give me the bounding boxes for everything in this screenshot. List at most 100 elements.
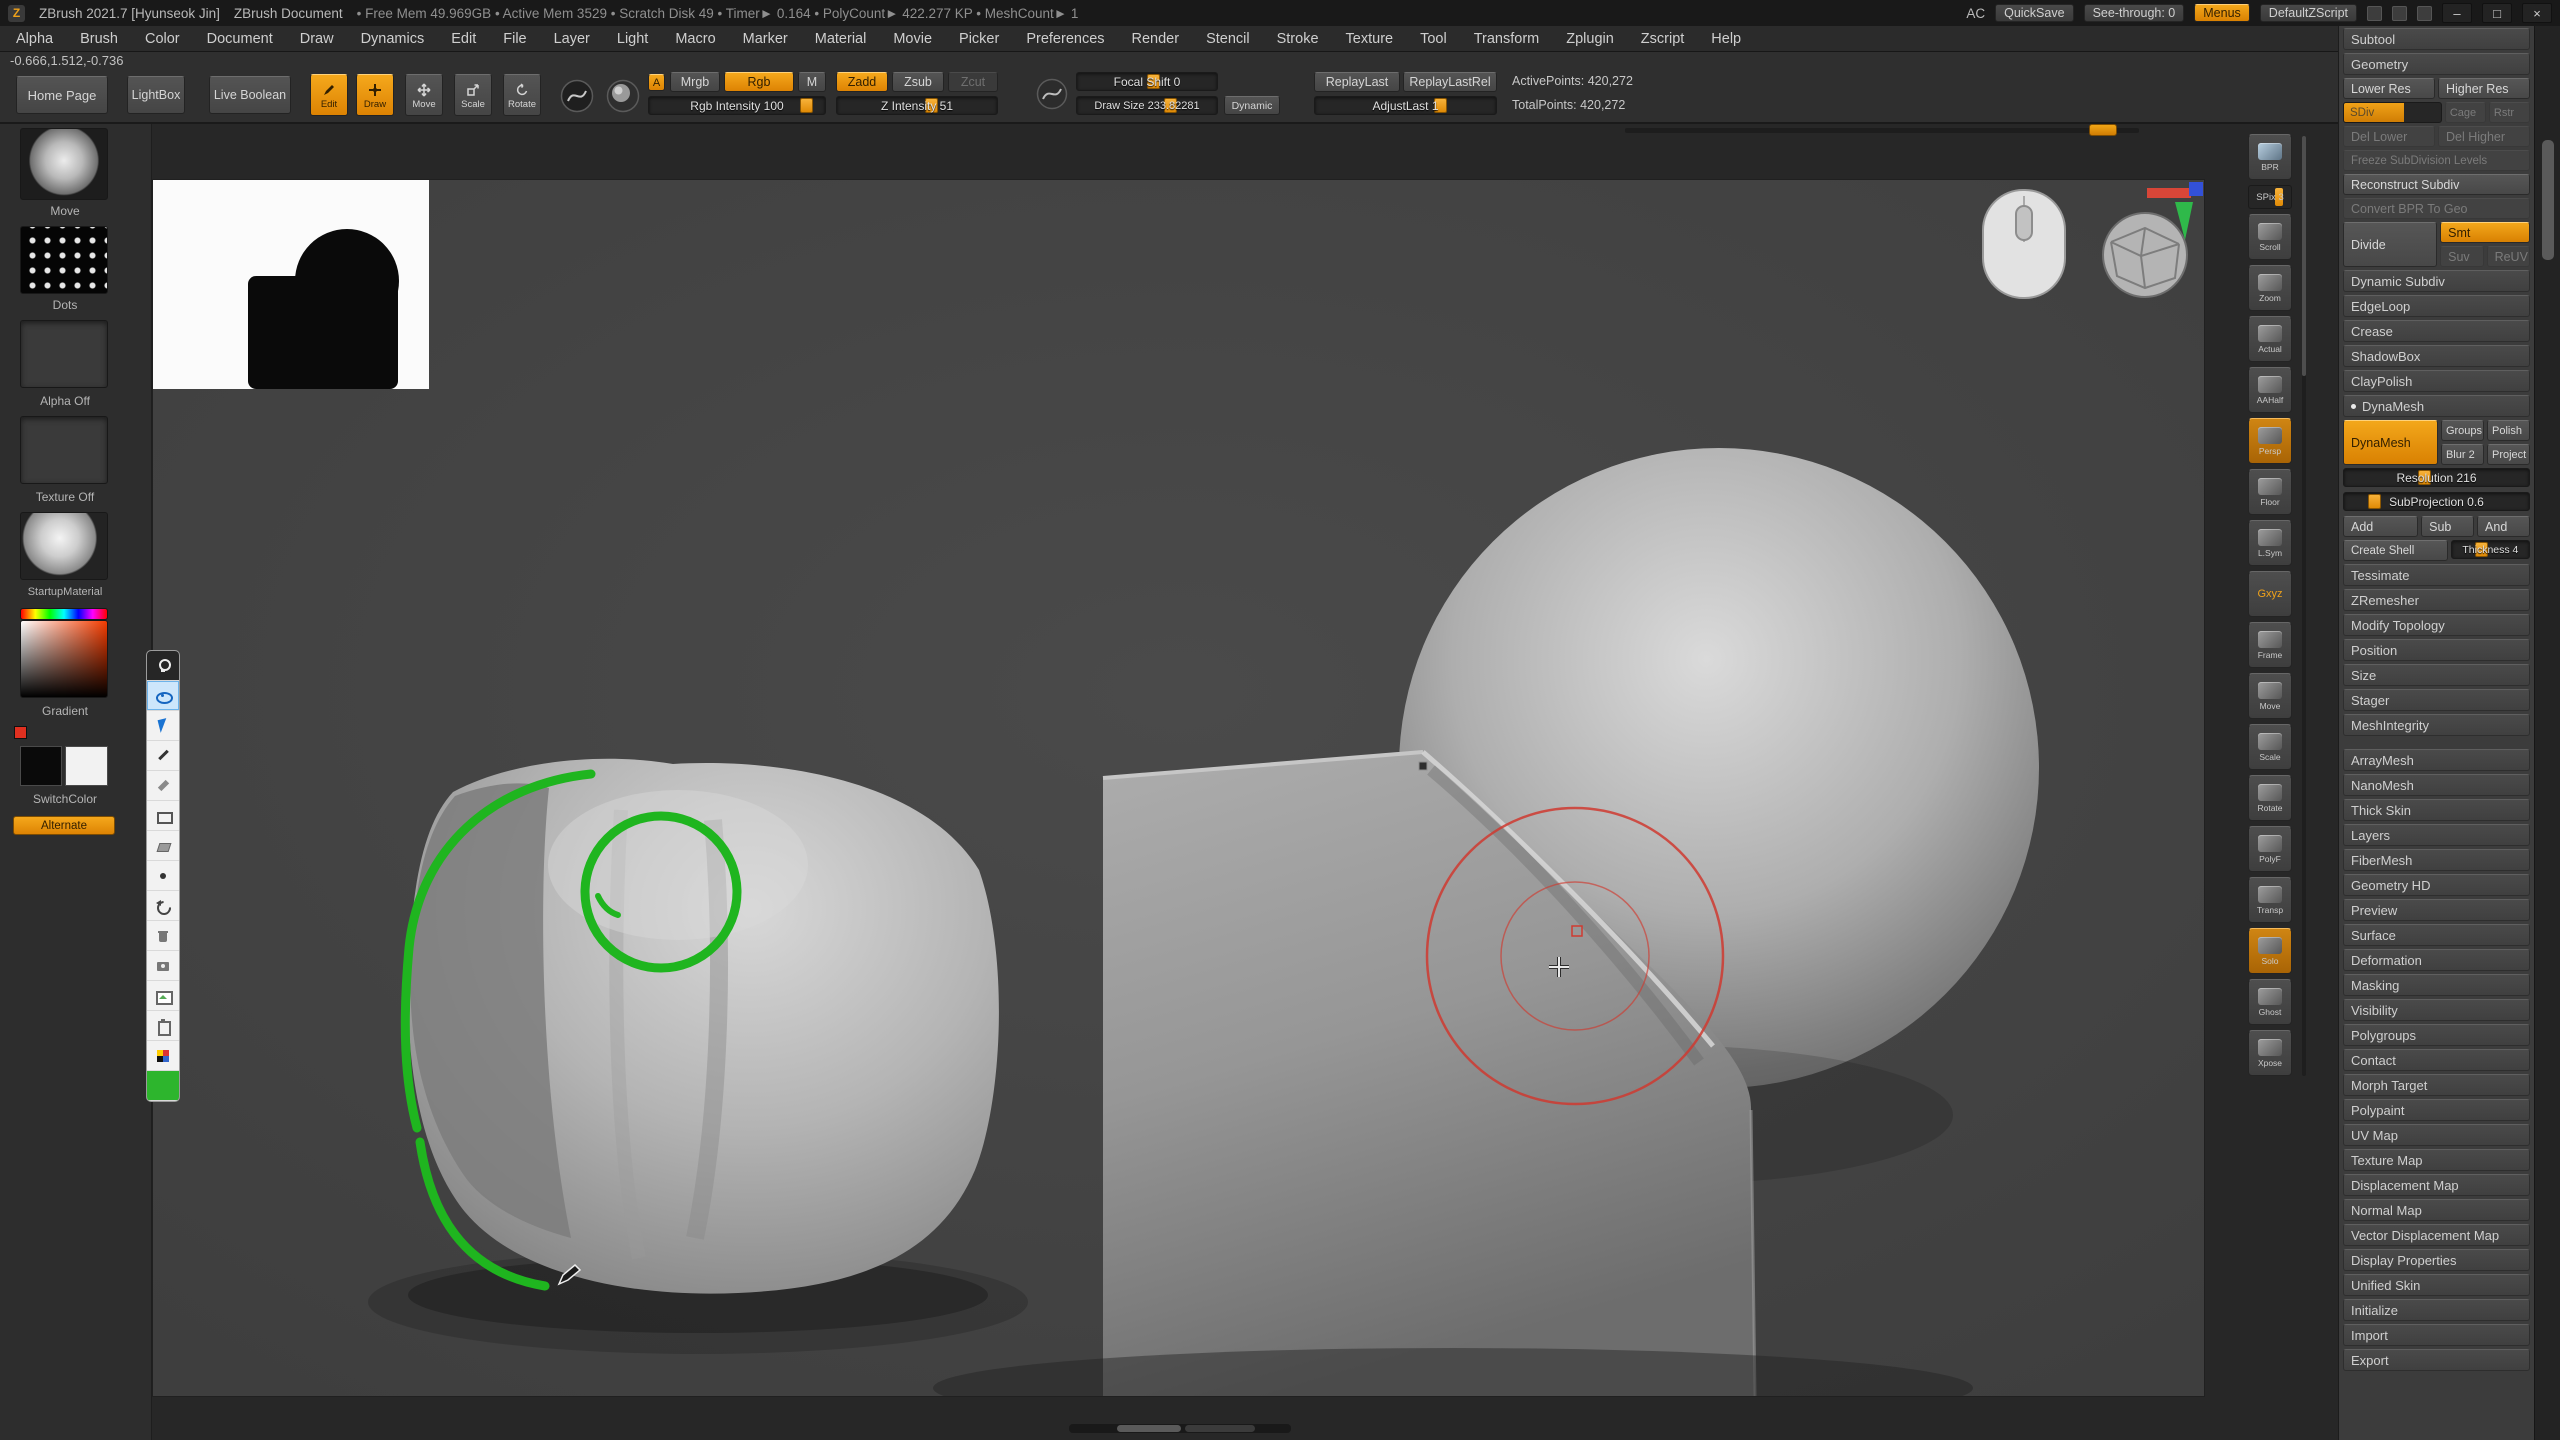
groups-button[interactable]: Groups xyxy=(2441,420,2484,441)
dot-size-icon[interactable] xyxy=(147,861,179,891)
replay-last-rel-button[interactable]: ReplayLastRel xyxy=(1403,72,1497,92)
lsym-button[interactable]: L.Sym xyxy=(2248,520,2292,566)
shelf-divider[interactable] xyxy=(2302,136,2306,1076)
blur-slider[interactable]: Blur 2 xyxy=(2441,444,2484,465)
z-intensity-slider[interactable]: Z Intensity 51 xyxy=(836,96,998,115)
del-higher-button[interactable]: Del Higher xyxy=(2438,126,2530,147)
mrgb-button[interactable]: Mrgb xyxy=(670,72,720,92)
edit-mode-button[interactable]: Edit xyxy=(310,74,348,116)
menu-item[interactable]: Texture xyxy=(1346,31,1394,47)
palette-contact[interactable]: Contact xyxy=(2343,1049,2530,1071)
menu-item[interactable]: Layer xyxy=(554,31,590,47)
persp-button[interactable]: Persp xyxy=(2248,418,2292,464)
texture-thumbnail[interactable] xyxy=(20,416,108,484)
palette-crease[interactable]: Crease xyxy=(2343,320,2530,342)
reuv-button[interactable]: ReUV xyxy=(2487,246,2530,267)
menu-item[interactable]: Brush xyxy=(80,31,118,47)
zoom-button[interactable]: Zoom xyxy=(2248,265,2292,311)
current-brush-thumbnail[interactable] xyxy=(20,128,108,200)
palette-tessimate[interactable]: Tessimate xyxy=(2343,564,2530,586)
hue-bar[interactable] xyxy=(20,608,108,620)
menu-item[interactable]: Help xyxy=(1711,31,1741,47)
menu-item[interactable]: Movie xyxy=(893,31,932,47)
palette-export[interactable]: Export xyxy=(2343,1349,2530,1371)
focal-shift-slider[interactable]: Focal Shift 0 xyxy=(1076,72,1218,91)
palette-masking[interactable]: Masking xyxy=(2343,974,2530,996)
palette-unified-skin[interactable]: Unified Skin xyxy=(2343,1274,2530,1296)
palette-position[interactable]: Position xyxy=(2343,639,2530,661)
menu-item[interactable]: Render xyxy=(1132,31,1180,47)
smt-button[interactable]: Smt xyxy=(2440,222,2530,243)
menu-item[interactable]: Zscript xyxy=(1641,31,1685,47)
menu-item[interactable]: Dynamics xyxy=(361,31,425,47)
scale-button[interactable]: Scale xyxy=(2248,724,2292,770)
palette-normal-map[interactable]: Normal Map xyxy=(2343,1199,2530,1221)
menu-item[interactable]: Document xyxy=(207,31,273,47)
adjust-last-slider[interactable]: AdjustLast 1 xyxy=(1314,96,1497,115)
eraser-icon[interactable] xyxy=(147,831,179,861)
see-through-slider[interactable]: See-through: 0 xyxy=(2084,4,2185,22)
menu-item[interactable]: Material xyxy=(815,31,867,47)
suv-button[interactable]: Suv xyxy=(2440,246,2483,267)
shape-rectangle-icon[interactable] xyxy=(147,801,179,831)
actual-button[interactable]: Actual xyxy=(2248,316,2292,362)
alternate-button[interactable]: Alternate xyxy=(13,816,115,835)
system-tray-icon[interactable] xyxy=(2392,6,2407,21)
subprojection-handle[interactable] xyxy=(2368,494,2381,509)
menu-item[interactable]: Light xyxy=(617,31,648,47)
divide-button[interactable]: Divide xyxy=(2343,222,2437,267)
dynamic-draw-size-toggle[interactable]: Dynamic xyxy=(1224,96,1280,115)
rotate-mode-button[interactable]: Rotate xyxy=(503,74,541,116)
reconstruct-subdiv-button[interactable]: Reconstruct Subdiv xyxy=(2343,174,2530,195)
stroke-picker[interactable] xyxy=(560,79,594,113)
ghost-button[interactable]: Ghost xyxy=(2248,979,2292,1025)
rgb-intensity-handle[interactable] xyxy=(800,98,813,113)
spix-slider[interactable]: SPix 3 xyxy=(2248,185,2292,209)
clipboard-icon[interactable] xyxy=(147,1011,179,1041)
and-button[interactable]: And xyxy=(2477,516,2530,537)
menu-item[interactable]: Marker xyxy=(743,31,788,47)
trash-icon[interactable] xyxy=(147,921,179,951)
higher-res-button[interactable]: Higher Res xyxy=(2438,78,2530,99)
palette-polypaint[interactable]: Polypaint xyxy=(2343,1099,2530,1121)
shelf-scroll-handle[interactable] xyxy=(2089,124,2117,136)
zadd-button[interactable]: Zadd xyxy=(836,72,888,92)
subprojection-slider[interactable]: SubProjection 0.6 xyxy=(2343,492,2530,511)
horizontal-scrollbar-segment[interactable] xyxy=(1185,1425,1255,1432)
menu-item[interactable]: Color xyxy=(145,31,180,47)
gxyz-button[interactable]: Gxyz xyxy=(2248,571,2292,617)
shelf-divider-handle[interactable] xyxy=(2302,136,2306,376)
aahalf-button[interactable]: AAHalf xyxy=(2248,367,2292,413)
palette-dynamesh[interactable]: DynaMesh xyxy=(2343,395,2530,417)
zsub-button[interactable]: Zsub xyxy=(892,72,944,92)
menu-item[interactable]: Stroke xyxy=(1277,31,1319,47)
palette-size[interactable]: Size xyxy=(2343,664,2530,686)
palette-surface[interactable]: Surface xyxy=(2343,924,2530,946)
pen-icon[interactable] xyxy=(147,741,179,771)
draw-mode-button[interactable]: Draw xyxy=(356,74,394,116)
menu-item[interactable]: Alpha xyxy=(16,31,53,47)
menus-button[interactable]: Menus xyxy=(2194,4,2250,22)
project-button[interactable]: Project xyxy=(2487,444,2530,465)
palette-polygroups[interactable]: Polygroups xyxy=(2343,1024,2530,1046)
dynamesh-button[interactable]: DynaMesh xyxy=(2343,420,2438,465)
palette-morph-target[interactable]: Morph Target xyxy=(2343,1074,2530,1096)
move-mode-button[interactable]: Move xyxy=(405,74,443,116)
solo-button[interactable]: Solo xyxy=(2248,928,2292,974)
material-thumbnail[interactable] xyxy=(20,512,108,580)
alpha-thumbnail[interactable] xyxy=(20,320,108,388)
freeze-subdivision-button[interactable]: Freeze SubDivision Levels xyxy=(2343,150,2530,171)
palette-display-properties[interactable]: Display Properties xyxy=(2343,1249,2530,1271)
move-button[interactable]: Move xyxy=(2248,673,2292,719)
close-button[interactable]: × xyxy=(2522,3,2552,23)
frame-button[interactable]: Frame xyxy=(2248,622,2292,668)
palette-fibermesh[interactable]: FiberMesh xyxy=(2343,849,2530,871)
scale-mode-button[interactable]: Scale xyxy=(454,74,492,116)
screenshot-icon[interactable] xyxy=(147,951,179,981)
palette-visibility[interactable]: Visibility xyxy=(2343,999,2530,1021)
bpr-button[interactable]: BPR xyxy=(2248,134,2292,180)
palette-deformation[interactable]: Deformation xyxy=(2343,949,2530,971)
alpha-picker[interactable] xyxy=(606,79,640,113)
system-tray-icon[interactable] xyxy=(2417,6,2432,21)
rstr-button[interactable]: Rstr xyxy=(2489,102,2530,123)
